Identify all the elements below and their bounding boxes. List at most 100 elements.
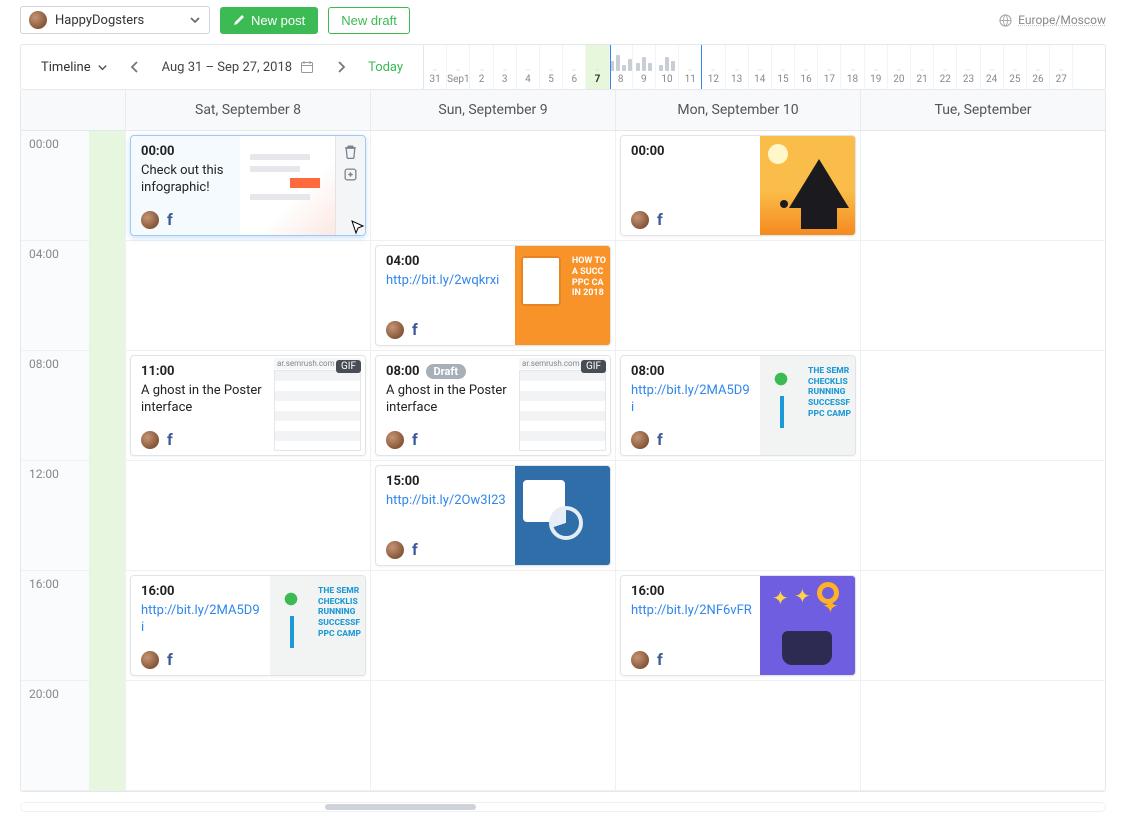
calendar-cell[interactable] (126, 681, 370, 791)
mini-day[interactable]: 24 (981, 45, 1004, 89)
mini-day[interactable]: 6 (563, 45, 586, 89)
mini-day[interactable]: 22 (934, 45, 957, 89)
mini-day-label: 8 (618, 74, 624, 85)
calendar-cell[interactable] (126, 241, 370, 351)
calendar-cell[interactable] (861, 461, 1105, 571)
calendar-cell[interactable] (861, 351, 1105, 461)
calendar-cell[interactable] (371, 571, 615, 681)
timezone-link[interactable]: Europe/Moscow (999, 13, 1106, 27)
post-time: 00:00 (141, 144, 175, 159)
calendar-cell[interactable]: 16:00http://bit.ly/2MA5D9if (126, 571, 370, 681)
day-header: Mon, September 10 (615, 90, 860, 130)
post-card[interactable]: 00:00Check out this infographic!f (130, 135, 366, 236)
mini-day[interactable]: 4 (517, 45, 540, 89)
mini-day[interactable]: 26 (1027, 45, 1050, 89)
mini-day[interactable]: 11 (679, 45, 702, 89)
facebook-icon: f (167, 210, 173, 229)
prev-period-button[interactable] (126, 57, 144, 77)
mini-day-label: 6 (571, 74, 577, 85)
post-card[interactable]: 16:00http://bit.ly/2MA5D9if (130, 575, 366, 676)
mini-day[interactable]: 13 (726, 45, 749, 89)
mini-day[interactable]: 31 (424, 45, 447, 89)
mini-day[interactable]: 21 (911, 45, 934, 89)
mini-day[interactable]: 7 (586, 45, 609, 89)
calendar-cell[interactable]: 00:00f (616, 131, 860, 241)
time-label: 16:00 (21, 571, 89, 681)
facebook-icon: f (167, 650, 173, 669)
calendar-cell[interactable]: 08:00DraftA ghost in the Poster interfac… (371, 351, 615, 461)
calendar-cell[interactable] (371, 681, 615, 791)
project-selector[interactable]: HappyDogsters (20, 6, 210, 34)
author-avatar (141, 651, 159, 669)
post-card[interactable]: 08:00DraftA ghost in the Poster interfac… (375, 355, 611, 456)
post-card[interactable]: 15:00http://bit.ly/2Ow3I23f (375, 465, 611, 566)
author-avatar (386, 321, 404, 339)
mini-day-label: 10 (661, 74, 672, 85)
calendar-cell[interactable]: 04:00http://bit.ly/2wqkrxif (371, 241, 615, 351)
mini-day[interactable]: 8 (610, 45, 633, 89)
horizontal-scrollbar[interactable] (20, 802, 1106, 812)
new-draft-button[interactable]: New draft (328, 7, 410, 34)
author-avatar (386, 431, 404, 449)
view-selector[interactable]: Timeline (41, 60, 108, 75)
today-button[interactable]: Today (368, 60, 403, 75)
calendar-cell[interactable]: 08:00http://bit.ly/2MA5D9if (616, 351, 860, 461)
post-time: 04:00 (386, 254, 420, 269)
calendar-cell[interactable] (616, 241, 860, 351)
calendar-cell[interactable] (616, 681, 860, 791)
mini-day[interactable]: 17 (818, 45, 841, 89)
post-card[interactable]: 08:00http://bit.ly/2MA5D9if (620, 355, 856, 456)
date-range-picker[interactable]: Aug 31 – Sep 27, 2018 (162, 60, 314, 75)
mini-day[interactable]: 12 (702, 45, 725, 89)
mini-day-label: 20 (893, 74, 904, 85)
mini-day[interactable]: 5 (540, 45, 563, 89)
calendar-cell[interactable] (861, 131, 1105, 241)
post-card[interactable]: 04:00http://bit.ly/2wqkrxif (375, 245, 611, 346)
mini-day[interactable]: 23 (957, 45, 980, 89)
calendar-cell[interactable]: 15:00http://bit.ly/2Ow3I23f (371, 461, 615, 571)
mini-timeline[interactable]: 31Sep12345678910111213141516171819202122… (424, 45, 1105, 89)
mini-day-label: 13 (731, 74, 742, 85)
author-avatar (386, 541, 404, 559)
mini-day-label: 22 (940, 74, 951, 85)
calendar-cell[interactable] (371, 131, 615, 241)
mini-day[interactable]: 16 (795, 45, 818, 89)
mini-day[interactable]: 10 (656, 45, 679, 89)
new-post-button[interactable]: New post (220, 7, 318, 34)
post-card[interactable]: 16:00http://bit.ly/2NF6vFRf (620, 575, 856, 676)
calendar-cell[interactable] (861, 681, 1105, 791)
post-text: A ghost in the Poster interface (386, 383, 507, 417)
post-card[interactable]: 00:00f (620, 135, 856, 236)
mini-day[interactable]: 27 (1050, 45, 1073, 89)
calendar-cell[interactable] (861, 571, 1105, 681)
mini-day[interactable]: 2 (470, 45, 493, 89)
time-axis-corner (21, 90, 89, 130)
mini-day[interactable]: 15 (772, 45, 795, 89)
calendar-cell[interactable] (126, 461, 370, 571)
duplicate-icon[interactable] (343, 167, 358, 182)
mini-day[interactable]: Sep1 (447, 45, 470, 89)
scrollbar-thumb[interactable] (325, 804, 477, 810)
post-card[interactable]: 11:00A ghost in the Poster interfacefar.… (130, 355, 366, 456)
next-period-button[interactable] (332, 57, 350, 77)
calendar-cell[interactable]: 16:00http://bit.ly/2NF6vFRf (616, 571, 860, 681)
pencil-icon (233, 14, 245, 26)
calendar-cell[interactable] (861, 241, 1105, 351)
mini-day-label: 25 (1009, 74, 1020, 85)
author-avatar (141, 211, 159, 229)
mini-day[interactable]: 18 (841, 45, 864, 89)
mini-day[interactable]: 9 (633, 45, 656, 89)
mini-day[interactable]: 25 (1004, 45, 1027, 89)
mini-day-label: 27 (1056, 74, 1067, 85)
mini-day-label: 2 (479, 74, 485, 85)
mini-day[interactable]: 3 (494, 45, 517, 89)
mini-day[interactable]: 19 (865, 45, 888, 89)
calendar-cell[interactable] (616, 461, 860, 571)
author-avatar (631, 431, 649, 449)
trash-icon[interactable] (343, 144, 358, 159)
mini-day[interactable]: 14 (749, 45, 772, 89)
calendar-cell[interactable]: 00:00Check out this infographic!f (126, 131, 370, 241)
calendar-cell[interactable]: 11:00A ghost in the Poster interfacefar.… (126, 351, 370, 461)
mini-day[interactable]: 20 (888, 45, 911, 89)
mini-day-label: 9 (641, 74, 647, 85)
